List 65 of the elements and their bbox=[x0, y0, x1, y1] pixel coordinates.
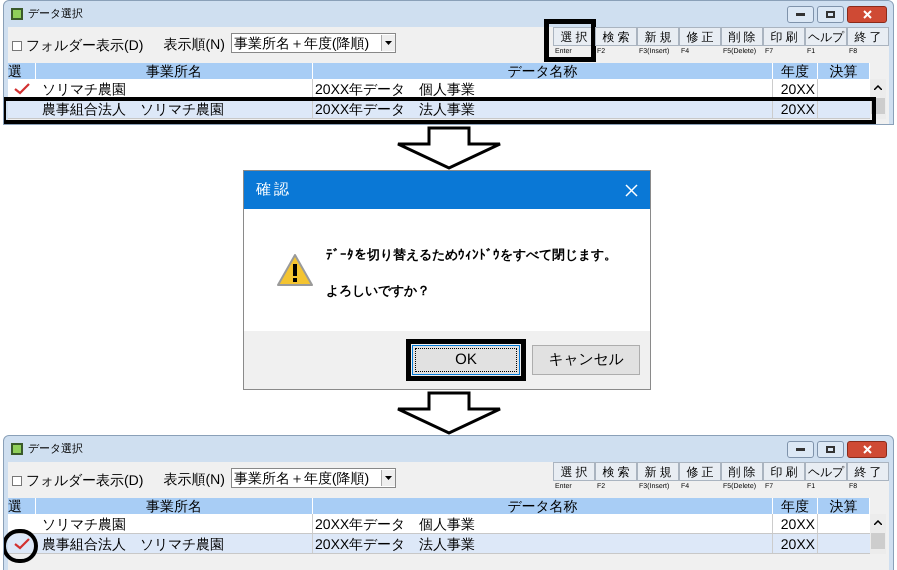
toolbar-button[interactable]: 新 規 bbox=[637, 462, 679, 481]
sort-select[interactable]: 事業所名＋年度(降順) bbox=[230, 468, 396, 488]
window-title: データ選択 bbox=[28, 442, 83, 457]
table-cell: ソリマチ農園 bbox=[36, 79, 313, 98]
table-cell: 20XX年データ 法人事業 bbox=[313, 99, 773, 118]
maximize-button[interactable] bbox=[817, 6, 844, 22]
minimize-button[interactable] bbox=[787, 6, 814, 22]
dialog-button[interactable]: OK bbox=[412, 345, 520, 375]
table-cell: 20XX年データ 個人事業 bbox=[313, 514, 773, 533]
toolbar-button[interactable]: 削 除 bbox=[721, 462, 763, 481]
toolbar-button[interactable]: 修 正 bbox=[679, 462, 721, 481]
checkbox-label: フォルダー表示(D) bbox=[26, 36, 144, 55]
sort-label: 表示順(N) bbox=[163, 470, 225, 489]
table-cell: 20XX bbox=[773, 534, 818, 553]
toolbar-button[interactable]: 終 了 bbox=[847, 27, 889, 46]
table-cell: ソリマチ農園 bbox=[36, 514, 313, 533]
table-cell: 20XX年データ 個人事業 bbox=[313, 79, 773, 98]
close-icon bbox=[862, 444, 872, 454]
app-icon bbox=[10, 7, 24, 21]
toolbar-button[interactable]: ヘルプ bbox=[805, 27, 847, 46]
table-cell: 農事組合法人 ソリマチ農園 bbox=[36, 99, 313, 118]
scroll-up-icon bbox=[874, 520, 882, 525]
minimize-button[interactable] bbox=[787, 440, 814, 458]
dialog-message: ﾃﾞｰﾀを切り替えるためｳｨﾝﾄﾞｳをすべて閉じます。 bbox=[326, 246, 617, 264]
sort-label: 表示順(N) bbox=[163, 35, 225, 54]
dialog-button[interactable]: キャンセル bbox=[532, 345, 640, 375]
close-button[interactable] bbox=[847, 6, 887, 22]
table-row[interactable]: ソリマチ農園 20XX年データ 個人事業 20XX bbox=[8, 514, 870, 534]
table-row[interactable]: 農事組合法人 ソリマチ農園 20XX年データ 法人事業 20XX bbox=[8, 99, 870, 119]
sort-select[interactable]: 事業所名＋年度(降順) bbox=[230, 33, 396, 53]
scroll-up-icon bbox=[874, 85, 882, 90]
table-cell: 農事組合法人 ソリマチ農園 bbox=[36, 534, 313, 553]
app-icon bbox=[10, 442, 24, 456]
dropdown-icon bbox=[385, 476, 392, 480]
table-row[interactable]: ソリマチ農園 20XX年データ 個人事業 20XX bbox=[8, 79, 870, 99]
close-icon bbox=[862, 10, 872, 18]
checkmark-icon bbox=[14, 538, 30, 550]
window-title: データ選択 bbox=[28, 6, 83, 22]
toolbar-button[interactable]: 検 索 bbox=[595, 462, 637, 481]
toolbar-button[interactable]: 印 刷 bbox=[763, 27, 805, 46]
folder-checkbox[interactable] bbox=[12, 476, 22, 486]
maximize-button[interactable] bbox=[817, 440, 844, 458]
table-cell: 20XX年データ 法人事業 bbox=[313, 534, 773, 553]
dialog-title: 確認 bbox=[256, 180, 292, 200]
toolbar-button[interactable]: 新 規 bbox=[637, 27, 679, 46]
toolbar-button[interactable]: 印 刷 bbox=[763, 462, 805, 481]
toolbar-button[interactable]: 修 正 bbox=[679, 27, 721, 46]
toolbar-button[interactable]: 削 除 bbox=[721, 27, 763, 46]
table-row[interactable]: 農事組合法人 ソリマチ農園 20XX年データ 法人事業 20XX bbox=[8, 534, 870, 554]
table-cell: 20XX bbox=[773, 79, 818, 98]
checkbox-label: フォルダー表示(D) bbox=[26, 471, 144, 490]
toolbar-button[interactable]: 検 索 bbox=[595, 27, 637, 46]
dialog-message: よろしいですか？ bbox=[326, 282, 431, 300]
scrollbar[interactable] bbox=[870, 514, 886, 554]
toolbar-button[interactable]: ヘルプ bbox=[805, 462, 847, 481]
warning-icon bbox=[276, 253, 314, 287]
checkmark-icon bbox=[14, 82, 30, 94]
folder-checkbox[interactable] bbox=[12, 40, 22, 50]
table-cell: 20XX bbox=[773, 99, 818, 118]
toolbar-button[interactable]: 終 了 bbox=[847, 462, 889, 481]
close-icon[interactable] bbox=[625, 184, 638, 196]
close-button[interactable] bbox=[847, 440, 887, 458]
toolbar-button[interactable]: 選 択 bbox=[553, 462, 595, 481]
table-cell: 20XX bbox=[773, 514, 818, 533]
dropdown-icon bbox=[385, 41, 392, 45]
